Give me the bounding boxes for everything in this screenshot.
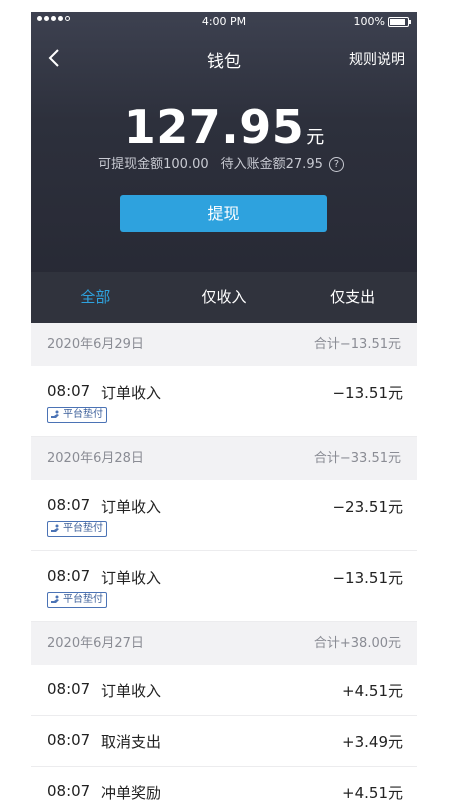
txn-amount: −13.51元 (332, 569, 403, 587)
txn-type: 订单收入 (101, 384, 162, 402)
wallet-header: 4:00 PM 100% 钱包 规则说明 127.95 元 可提现金额100.00… (31, 12, 417, 323)
group-total: 合计−33.51元 (313, 451, 401, 466)
txn-time: 08:07 (47, 382, 91, 400)
hand-icon (51, 595, 59, 603)
txn-type: 冲单奖励 (101, 784, 162, 800)
platform-advance-tag: 平台垫付 (47, 407, 107, 423)
tab-all[interactable]: 全部 (31, 272, 160, 323)
pending-amount-text: 待入账金额27.95 (220, 157, 323, 172)
txn-time: 08:07 (47, 496, 91, 514)
platform-advance-tag: 平台垫付 (47, 521, 107, 537)
txn-time: 08:07 (47, 782, 91, 800)
date-header: 2020年6月27日 合计+38.00元 (31, 622, 417, 665)
transaction-row[interactable]: 08:07 取消支出 +3.49元 (31, 716, 417, 767)
tab-expense-only[interactable]: 仅支出 (288, 272, 417, 323)
nav-bar: 钱包 规则说明 (31, 40, 417, 76)
status-bar: 4:00 PM 100% (31, 12, 417, 32)
txn-amount: +4.51元 (342, 682, 403, 700)
tab-income-only[interactable]: 仅收入 (160, 272, 289, 323)
txn-amount: +3.49元 (342, 733, 403, 751)
transaction-row[interactable]: 08:07 订单收入 −23.51元 平台垫付 (31, 480, 417, 551)
txn-time: 08:07 (47, 680, 91, 698)
date-header: 2020年6月28日 合计−33.51元 (31, 437, 417, 480)
tag-label: 平台垫付 (63, 594, 103, 605)
txn-amount: −13.51元 (332, 384, 403, 402)
txn-amount: −23.51元 (332, 498, 403, 516)
battery-percent: 100% (353, 15, 385, 28)
balance-sub-info: 可提现金额100.00 待入账金额27.95? (31, 153, 417, 172)
group-date: 2020年6月29日 (47, 337, 144, 352)
withdraw-button[interactable]: 提现 (120, 195, 327, 232)
withdrawable-amount: 可提现金额100.00 (98, 157, 209, 172)
txn-type: 订单收入 (101, 682, 162, 700)
date-header: 2020年6月29日 合计−13.51元 (31, 323, 417, 366)
battery-icon (388, 17, 411, 27)
tag-label: 平台垫付 (63, 409, 103, 420)
transaction-row[interactable]: 08:07 订单收入 −13.51元 平台垫付 (31, 551, 417, 622)
balance-amount: 127.95 (123, 100, 305, 154)
tag-label: 平台垫付 (63, 523, 103, 534)
transaction-list: 2020年6月29日 合计−13.51元 08:07 订单收入 −13.51元 … (31, 323, 417, 800)
txn-type: 取消支出 (101, 733, 162, 751)
transaction-row[interactable]: 08:07 冲单奖励 +4.51元 (31, 767, 417, 800)
help-icon[interactable]: ? (328, 157, 344, 172)
balance-display: 127.95 元 (31, 100, 417, 154)
balance-unit: 元 (306, 127, 325, 148)
pending-amount: 待入账金额27.95? (221, 157, 350, 172)
group-total: 合计−13.51元 (313, 337, 401, 352)
transaction-row[interactable]: 08:07 订单收入 +4.51元 (31, 665, 417, 716)
hand-icon (51, 410, 59, 418)
txn-time: 08:07 (47, 731, 91, 749)
phone-screen: 4:00 PM 100% 钱包 规则说明 127.95 元 可提现金额100.00… (31, 12, 417, 800)
platform-advance-tag: 平台垫付 (47, 592, 107, 608)
group-total: 合计+38.00元 (313, 636, 401, 651)
filter-tabs: 全部 仅收入 仅支出 (31, 272, 417, 323)
txn-type: 订单收入 (101, 569, 162, 587)
txn-type: 订单收入 (101, 498, 162, 516)
hand-icon (51, 524, 59, 532)
group-date: 2020年6月28日 (47, 451, 144, 466)
rules-link[interactable]: 规则说明 (349, 49, 405, 69)
txn-time: 08:07 (47, 567, 91, 585)
transaction-row[interactable]: 08:07 订单收入 −13.51元 平台垫付 (31, 366, 417, 437)
txn-amount: +4.51元 (342, 784, 403, 800)
group-date: 2020年6月27日 (47, 636, 144, 651)
